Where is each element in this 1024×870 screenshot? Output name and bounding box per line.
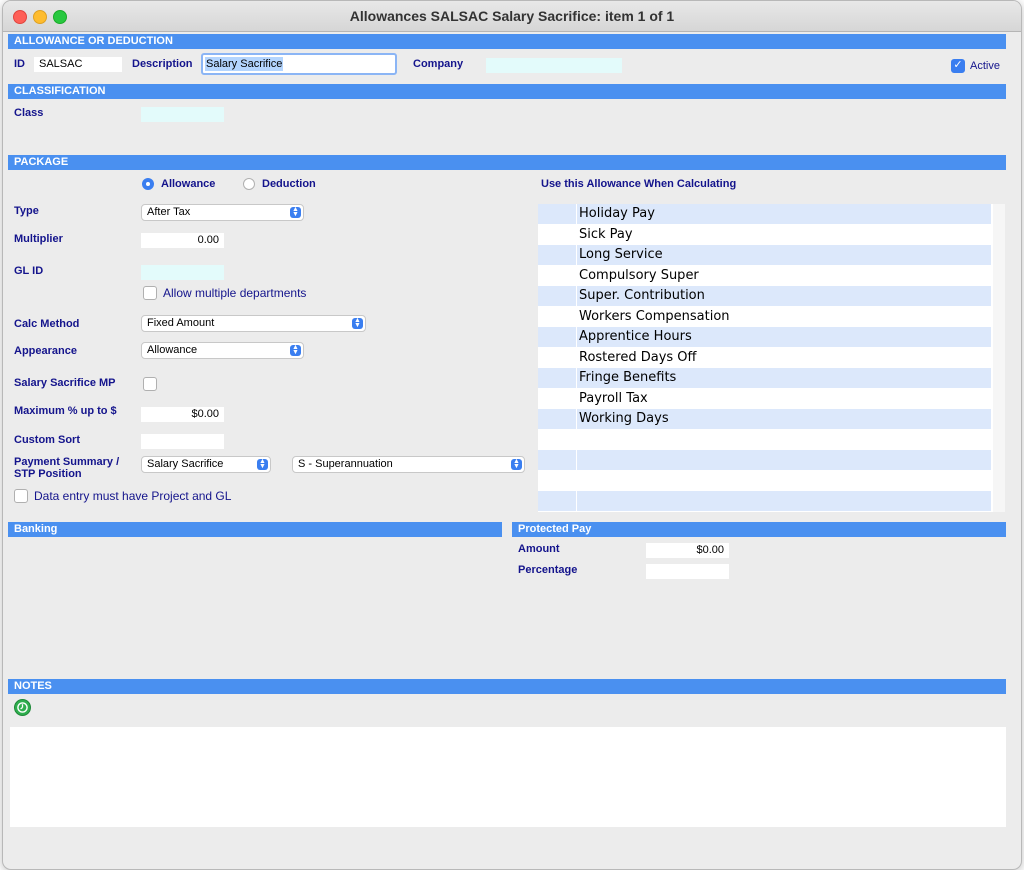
class-field[interactable]	[141, 107, 224, 122]
calc-method-label: Calc Method	[14, 318, 80, 330]
payment-summary-select[interactable]: Salary Sacrifice ▲ ▼	[141, 456, 271, 473]
list-item[interactable]	[538, 471, 991, 491]
appearance-select[interactable]: Allowance ▲ ▼	[141, 342, 304, 359]
notes-textarea[interactable]	[10, 727, 1006, 827]
amount-field[interactable]: $0.00	[646, 543, 729, 558]
custom-sort-field[interactable]	[141, 434, 224, 449]
calc-list-scrollbar[interactable]	[993, 204, 1005, 512]
description-value: Salary Sacrifice	[205, 57, 284, 71]
list-item[interactable]	[538, 450, 991, 470]
custom-sort-label: Custom Sort	[14, 434, 80, 446]
section-protected-pay-header: Protected Pay	[512, 522, 1006, 537]
allowance-window: Allowances SALSAC Salary Sacrifice: item…	[2, 0, 1022, 870]
deduction-radio-label: Deduction	[262, 178, 316, 190]
company-label: Company	[413, 58, 464, 70]
chevron-updown-icon: ▲ ▼	[290, 206, 301, 218]
deduction-radio[interactable]	[243, 178, 255, 190]
data-entry-checkbox[interactable]	[14, 489, 28, 503]
list-item[interactable]: Super. Contribution	[538, 286, 991, 306]
glid-label: GL ID	[14, 265, 44, 277]
appearance-label: Appearance	[14, 345, 77, 357]
calc-list[interactable]: Holiday Pay Sick Pay Long Service Compul…	[538, 204, 993, 512]
list-item[interactable]	[538, 430, 991, 450]
payment-summary-label-2: STP Position	[14, 468, 82, 480]
max-pct-label: Maximum % up to $	[14, 405, 117, 417]
chevron-updown-icon: ▲ ▼	[257, 458, 268, 470]
chevron-updown-icon: ▲ ▼	[511, 458, 522, 470]
type-select-value: After Tax	[147, 206, 191, 218]
section-classification-header: CLASSIFICATION	[8, 84, 1006, 99]
list-item[interactable]: Sick Pay	[538, 225, 991, 245]
max-pct-field[interactable]: $0.00	[141, 407, 224, 422]
percentage-label: Percentage	[518, 564, 578, 576]
list-item[interactable]: Compulsory Super	[538, 266, 991, 286]
glid-field[interactable]	[141, 265, 224, 280]
list-item[interactable]: Long Service	[538, 245, 991, 265]
list-item[interactable]: Working Days	[538, 409, 991, 429]
percentage-field[interactable]	[646, 564, 729, 579]
type-select[interactable]: After Tax ▲ ▼	[141, 204, 304, 221]
data-entry-label: Data entry must have Project and GL	[34, 489, 232, 503]
calc-heading: Use this Allowance When Calculating	[541, 178, 737, 190]
company-field[interactable]	[486, 58, 622, 73]
description-label: Description	[132, 58, 193, 70]
payment-summary-value: Salary Sacrifice	[147, 458, 224, 470]
stp-position-value: S - Superannuation	[298, 458, 393, 470]
chevron-updown-icon: ▲ ▼	[352, 317, 363, 329]
section-allowance-header: ALLOWANCE OR DEDUCTION	[8, 34, 1006, 49]
list-item[interactable]: Holiday Pay	[538, 204, 991, 224]
salary-sacrifice-mp-checkbox[interactable]	[143, 377, 157, 391]
stp-position-select[interactable]: S - Superannuation ▲ ▼	[292, 456, 525, 473]
list-item[interactable]: Workers Compensation	[538, 307, 991, 327]
allow-multi-dept-checkbox[interactable]	[143, 286, 157, 300]
amount-label: Amount	[518, 543, 560, 555]
payment-summary-label-1: Payment Summary /	[14, 456, 120, 468]
salary-sacrifice-mp-label: Salary Sacrifice MP	[14, 377, 116, 389]
clock-icon[interactable]	[14, 699, 31, 716]
list-item[interactable]: Fringe Benefits	[538, 368, 991, 388]
active-label: Active	[970, 60, 1000, 72]
allowance-radio-label: Allowance	[161, 178, 216, 190]
class-label: Class	[14, 107, 44, 119]
list-item[interactable]: Rostered Days Off	[538, 348, 991, 368]
list-item[interactable]: Apprentice Hours	[538, 327, 991, 347]
multiplier-field[interactable]: 0.00	[141, 233, 224, 248]
description-field[interactable]: Salary Sacrifice	[201, 53, 397, 75]
allow-multi-dept-label: Allow multiple departments	[163, 286, 307, 300]
chevron-updown-icon: ▲ ▼	[290, 344, 301, 356]
type-label: Type	[14, 205, 39, 217]
active-checkbox[interactable]: ✓	[951, 59, 965, 73]
multiplier-label: Multiplier	[14, 233, 63, 245]
section-notes-header: NOTES	[8, 679, 1006, 694]
appearance-value: Allowance	[147, 344, 198, 356]
list-item[interactable]	[538, 491, 991, 511]
section-package-header: PACKAGE	[8, 155, 1006, 170]
section-banking-header: Banking	[8, 522, 502, 537]
list-item[interactable]: Payroll Tax	[538, 389, 991, 409]
window-title: Allowances SALSAC Salary Sacrifice: item…	[349, 8, 675, 24]
id-label: ID	[14, 58, 25, 70]
calc-method-value: Fixed Amount	[147, 317, 215, 329]
title-bar[interactable]: Allowances SALSAC Salary Sacrifice: item…	[3, 1, 1021, 32]
calc-method-select[interactable]: Fixed Amount ▲ ▼	[141, 315, 366, 332]
id-field[interactable]: SALSAC	[34, 57, 122, 72]
allowance-radio[interactable]	[142, 178, 154, 190]
